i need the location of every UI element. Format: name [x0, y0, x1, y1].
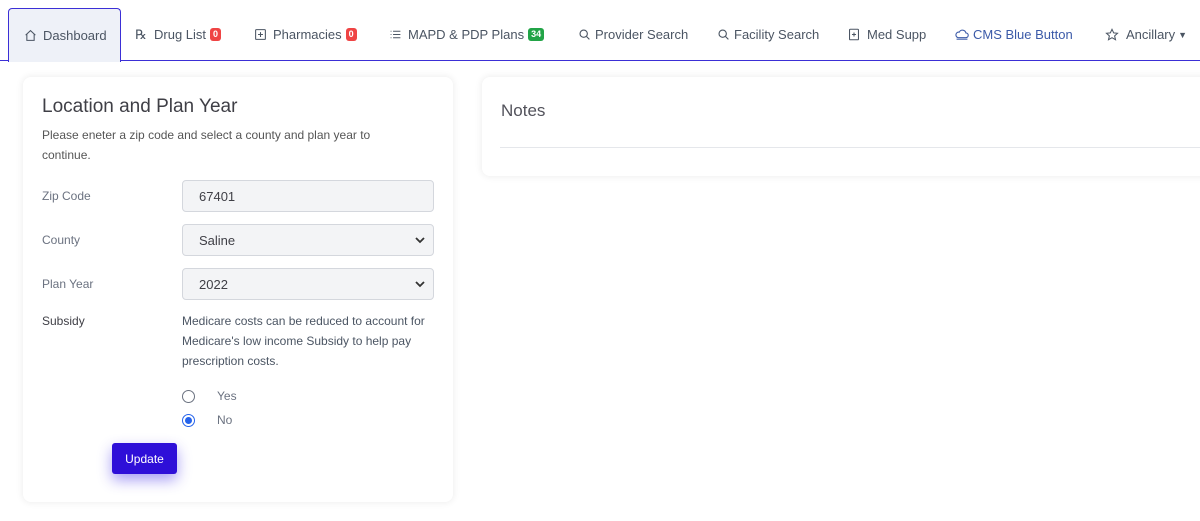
location-description: Please eneter a zip code and select a co…	[42, 128, 371, 162]
star-icon	[1105, 27, 1119, 42]
tab-med-supp[interactable]: Med Supp	[847, 8, 926, 61]
plan-year-value: 2022	[199, 276, 228, 292]
tab-pharmacies[interactable]: Pharmacies 0	[253, 8, 357, 61]
county-value: Saline	[199, 232, 236, 248]
update-button[interactable]: Update	[112, 443, 177, 474]
tab-cms-blue-button[interactable]: CMS Blue Button	[955, 8, 1073, 61]
search-icon	[716, 28, 730, 42]
tab-dashboard[interactable]: Dashboard	[8, 8, 121, 62]
list-icon	[388, 28, 402, 42]
medical-icon	[847, 28, 861, 42]
notes-card: Notes	[482, 77, 1200, 176]
search-icon	[577, 28, 591, 42]
zip-label: Zip Code	[42, 189, 91, 203]
subsidy-label: Subsidy	[42, 314, 85, 328]
subsidy-no-label: No	[217, 413, 233, 427]
zip-input[interactable]: 67401	[182, 180, 434, 212]
tab-ancillary[interactable]: Ancillary ▼	[1105, 8, 1187, 61]
subsidy-no-radio[interactable]	[182, 414, 195, 427]
plan-year-label: Plan Year	[42, 277, 94, 291]
pharmacy-count-badge: 0	[345, 28, 357, 41]
rx-icon: ℞	[135, 26, 147, 42]
nav-tabs: Dashboard ℞ Drug List 0 Pharmacies 0 MAP…	[0, 0, 1200, 62]
zip-value: 67401	[199, 188, 236, 204]
chevron-down-icon	[415, 281, 425, 288]
tab-label: Ancillary	[1126, 27, 1176, 42]
tab-label: Med Supp	[867, 27, 927, 42]
county-select[interactable]: Saline	[182, 224, 434, 256]
plan-year-select[interactable]: 2022	[182, 268, 434, 300]
tab-label: Provider Search	[595, 27, 689, 42]
county-label: County	[42, 233, 81, 247]
tab-label: MAPD & PDP Plans	[408, 27, 525, 42]
location-title: Location and Plan Year	[42, 96, 238, 117]
subsidy-description: Medicare costs can be reduced to account…	[182, 314, 425, 368]
tab-provider-search[interactable]: Provider Search	[577, 8, 688, 61]
tab-facility-search[interactable]: Facility Search	[716, 8, 819, 61]
subsidy-yes-radio[interactable]	[182, 390, 195, 403]
tab-label: Drug List	[154, 27, 207, 42]
plan-count-badge: 34	[528, 28, 545, 41]
tab-label: Dashboard	[43, 28, 107, 43]
tab-label: Facility Search	[734, 27, 820, 42]
chevron-down-icon	[415, 237, 425, 244]
home-icon	[23, 29, 37, 43]
notes-title: Notes	[501, 101, 546, 120]
pharmacy-icon	[253, 28, 267, 42]
tab-drug-list[interactable]: ℞ Drug List 0	[134, 8, 222, 61]
tab-label: Pharmacies	[273, 27, 342, 42]
chevron-down-icon: ▼	[1178, 29, 1188, 40]
subsidy-yes-label: Yes	[217, 389, 237, 403]
tab-label: CMS Blue Button	[973, 27, 1073, 42]
notes-divider	[500, 147, 1200, 148]
cloud-icon	[955, 28, 969, 42]
drug-count-badge: 0	[210, 28, 222, 41]
location-card: Location and Plan Year Please eneter a z…	[23, 77, 453, 502]
tab-mapd-pdp-plans[interactable]: MAPD & PDP Plans 34	[388, 8, 545, 61]
